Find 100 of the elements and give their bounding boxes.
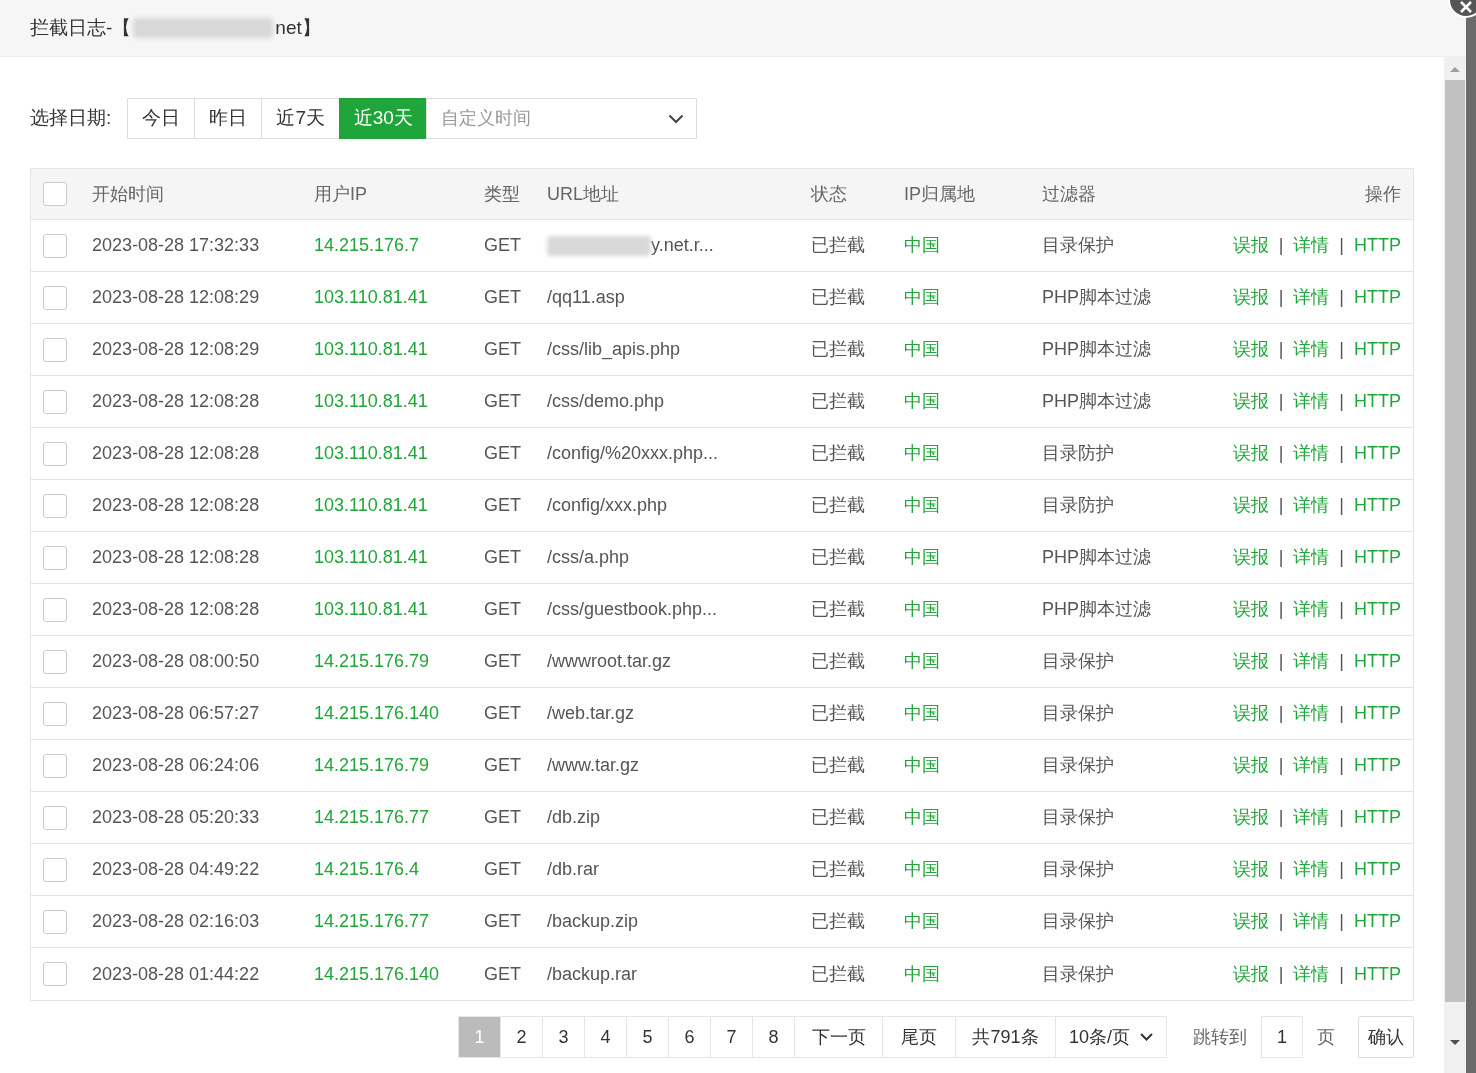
action-link[interactable]: 误报 [1232, 544, 1269, 571]
action-link[interactable]: HTTP [1354, 336, 1401, 363]
scroll-down-icon[interactable] [1450, 1040, 1460, 1045]
page-button[interactable]: 5 [626, 1016, 669, 1058]
action-link[interactable]: 误报 [1232, 908, 1269, 935]
dialog-title: 拦截日志-【 [30, 15, 132, 40]
date-range-tab[interactable]: 近7天 [261, 98, 341, 139]
row-checkbox[interactable] [43, 701, 67, 726]
row-checkbox[interactable] [43, 545, 67, 570]
scroll-up-icon[interactable] [1450, 67, 1460, 72]
action-link[interactable]: HTTP [1354, 752, 1401, 779]
row-checkbox[interactable] [43, 389, 67, 414]
action-link[interactable]: HTTP [1354, 388, 1401, 415]
action-link[interactable]: HTTP [1354, 700, 1401, 727]
action-link[interactable]: 误报 [1232, 388, 1269, 415]
action-link[interactable]: HTTP [1354, 440, 1401, 467]
page-button[interactable]: 3 [542, 1016, 585, 1058]
action-link[interactable]: 详情 [1293, 700, 1330, 727]
separator: | [1339, 858, 1344, 881]
action-link[interactable]: HTTP [1354, 856, 1401, 883]
action-link[interactable]: 误报 [1232, 336, 1269, 363]
action-link[interactable]: HTTP [1354, 284, 1401, 311]
action-link[interactable]: 详情 [1293, 960, 1330, 988]
action-link[interactable]: 误报 [1232, 856, 1269, 883]
next-page-button[interactable]: 下一页 [794, 1016, 883, 1058]
select-all-checkbox[interactable] [43, 182, 67, 206]
action-link[interactable]: 详情 [1293, 648, 1330, 675]
action-link[interactable]: 误报 [1232, 596, 1269, 623]
action-link[interactable]: HTTP [1354, 596, 1401, 623]
row-checkbox[interactable] [43, 857, 67, 882]
page-button[interactable]: 6 [668, 1016, 711, 1058]
action-link[interactable]: 详情 [1293, 856, 1330, 883]
action-link[interactable]: 详情 [1293, 544, 1330, 571]
scrollbar-thumb[interactable] [1445, 80, 1465, 1002]
action-link[interactable]: HTTP [1354, 492, 1401, 519]
action-link[interactable]: HTTP [1354, 908, 1401, 935]
page-number-field[interactable]: 1 [1261, 1016, 1303, 1058]
method-cell-text: GET [484, 234, 521, 257]
action-link[interactable]: 详情 [1293, 804, 1330, 831]
action-link[interactable]: HTTP [1354, 232, 1401, 259]
action-link[interactable]: 误报 [1232, 804, 1269, 831]
action-link[interactable]: 误报 [1232, 960, 1269, 988]
action-link[interactable]: 详情 [1293, 336, 1330, 363]
action-link[interactable]: 误报 [1232, 700, 1269, 727]
action-link[interactable]: 详情 [1293, 752, 1330, 779]
page-button[interactable]: 7 [710, 1016, 753, 1058]
row-checkbox[interactable] [43, 962, 67, 986]
action-link[interactable]: 详情 [1293, 232, 1330, 259]
action-link[interactable]: 误报 [1232, 440, 1269, 467]
row-checkbox[interactable] [43, 285, 67, 310]
date-range-tab[interactable]: 昨日 [194, 98, 263, 139]
row-checkbox[interactable] [43, 441, 67, 466]
page-button[interactable]: 1 [458, 1016, 501, 1058]
status-cell-text: 已拦截 [811, 650, 865, 673]
filter-cell-text: 目录保护 [1042, 650, 1114, 673]
row-checkbox[interactable] [43, 649, 67, 674]
ip-cell-text: 103.110.81.41 [314, 546, 428, 569]
date-picker-field[interactable]: 自定义时间 [426, 98, 698, 139]
page-button[interactable]: 2 [500, 1016, 543, 1058]
row-checkbox[interactable] [43, 805, 67, 830]
action-link[interactable]: HTTP [1354, 544, 1401, 571]
action-link[interactable]: HTTP [1354, 648, 1401, 675]
date-range-tab[interactable]: 今日 [127, 98, 196, 139]
method-cell-text: GET [484, 910, 521, 933]
last-page-button[interactable]: 尾页 [882, 1016, 956, 1058]
action-link[interactable]: 详情 [1293, 908, 1330, 935]
date-label: 选择日期: [30, 106, 112, 131]
location-cell-text: 中国 [904, 962, 940, 986]
action-link[interactable]: 误报 [1232, 752, 1269, 779]
action-link[interactable]: 详情 [1293, 440, 1330, 467]
action-link[interactable]: 误报 [1232, 284, 1269, 311]
confirm-button[interactable]: 确认 [1358, 1016, 1414, 1058]
page-button[interactable]: 8 [752, 1016, 795, 1058]
date-range-tab[interactable]: 近30天 [339, 98, 428, 139]
url-cell-text: /config/xxx.php [547, 494, 668, 517]
action-link[interactable]: HTTP [1354, 804, 1401, 831]
action-link[interactable]: HTTP [1354, 960, 1401, 988]
row-checkbox[interactable] [43, 233, 67, 258]
location-cell-text: 中国 [904, 390, 940, 413]
row-checkbox[interactable] [43, 337, 67, 362]
location-cell-text: 中国 [904, 650, 940, 673]
action-link[interactable]: 误报 [1232, 232, 1269, 259]
ip-cell-text: 103.110.81.41 [314, 338, 428, 361]
action-link[interactable]: 详情 [1293, 284, 1330, 311]
separator: | [1278, 390, 1284, 413]
time-cell-text: 2023-08-28 06:24:06 [92, 754, 260, 777]
scrollbar[interactable] [1444, 57, 1466, 1073]
action-link[interactable]: 详情 [1293, 388, 1330, 415]
time-cell-text: 2023-08-28 12:08:28 [92, 390, 260, 413]
url-cell-text: /css/lib_apis.php [547, 338, 681, 362]
page-button[interactable]: 4 [584, 1016, 627, 1058]
row-checkbox[interactable] [43, 909, 67, 934]
action-link[interactable]: 详情 [1293, 492, 1330, 519]
page-size-select[interactable]: 10条/页 [1055, 1016, 1167, 1058]
action-link[interactable]: 误报 [1232, 492, 1269, 519]
row-checkbox[interactable] [43, 753, 67, 778]
row-checkbox[interactable] [43, 597, 67, 622]
row-checkbox[interactable] [43, 493, 67, 518]
action-link[interactable]: 详情 [1293, 596, 1330, 623]
action-link[interactable]: 误报 [1232, 648, 1269, 675]
